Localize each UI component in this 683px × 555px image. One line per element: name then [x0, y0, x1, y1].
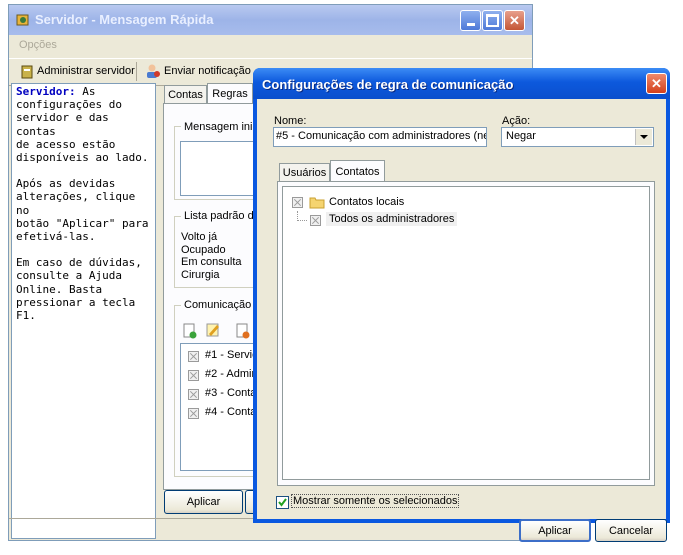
default-list-label: Lista padrão de: [181, 210, 263, 222]
tree-connector: [297, 220, 307, 222]
help-line: Em caso de dúvidas,: [16, 256, 142, 270]
dialog-body: Nome: #5 - Comunicação com administrador…: [257, 99, 667, 542]
help-line: consulte a Ajuda: [16, 269, 122, 283]
tree-node-child[interactable]: Todos os administradores: [326, 212, 458, 226]
list-item[interactable]: Ocupado: [181, 244, 242, 257]
tab-contatos[interactable]: Contatos: [330, 160, 385, 182]
minimize-button[interactable]: [460, 10, 481, 31]
menu-bar: Opções: [9, 35, 532, 57]
help-line: de acesso estão: [16, 137, 116, 151]
dialog-close-button[interactable]: ✕: [646, 73, 667, 94]
rule-item[interactable]: #3 - Conta: [205, 387, 256, 399]
help-heading: Servidor:: [16, 85, 76, 98]
rule-checkbox[interactable]: [188, 370, 199, 381]
notify-user-icon: [145, 63, 161, 79]
contacts-tree[interactable]: Contatos locais Todos os administradores: [282, 186, 650, 480]
rule-checkbox[interactable]: [188, 351, 199, 362]
tab-usuarios[interactable]: Usuários: [279, 163, 330, 181]
help-line-0: As: [75, 85, 96, 98]
action-label: Ação:: [502, 115, 531, 127]
tree-checkbox-root[interactable]: [292, 197, 303, 208]
action-select[interactable]: Negar: [501, 127, 654, 147]
tab-contas[interactable]: Contas: [164, 85, 207, 103]
folder-icon: [309, 195, 325, 209]
admin-server-button[interactable]: Administrar servidor: [37, 65, 135, 77]
status-list[interactable]: Volto já Ocupado Em consulta Cirurgia: [181, 231, 242, 281]
help-line: servidor e das contas: [16, 111, 109, 138]
tab-contatos-page: Contatos locais Todos os administradores: [277, 181, 655, 486]
rule-item[interactable]: #2 - Admin: [205, 368, 258, 380]
delete-rule-icon[interactable]: [235, 323, 251, 339]
communication-label: Comunicação: [181, 299, 255, 311]
help-line: pressionar a tecla F1.: [16, 295, 136, 323]
rule-checkbox[interactable]: [188, 408, 199, 419]
close-icon: ✕: [651, 75, 662, 91]
edit-rule-icon[interactable]: [205, 322, 221, 338]
list-item[interactable]: Volto já: [181, 231, 242, 244]
help-line: disponíveis ao lado.: [16, 151, 149, 165]
rule-item[interactable]: #4 - Conta: [205, 406, 256, 418]
name-value: #5 - Comunicação com administradores (ne: [276, 130, 487, 142]
help-line: alterações, clique no: [16, 190, 136, 217]
list-item[interactable]: Em consulta: [181, 256, 242, 269]
new-rule-icon[interactable]: [182, 323, 198, 339]
minimize-icon: [461, 11, 480, 30]
main-title: Servidor - Mensagem Rápida: [35, 12, 214, 27]
dialog-titlebar[interactable]: Configurações de regra de comunicação ✕: [253, 68, 670, 99]
dropdown-arrow-icon[interactable]: [635, 129, 652, 145]
help-line: botão "Aplicar" para: [16, 216, 149, 230]
maximize-button[interactable]: [482, 10, 503, 31]
toolbar-separator: [136, 62, 137, 81]
help-line: Após as devidas: [16, 177, 116, 191]
name-label: Nome:: [274, 115, 307, 127]
show-selected-checkbox[interactable]: [276, 496, 289, 509]
send-notification-button[interactable]: Enviar notificação: [164, 65, 251, 77]
list-item[interactable]: Cirurgia: [181, 269, 242, 282]
rule-item[interactable]: #1 - Servic: [205, 349, 258, 361]
initial-message-label: Mensagem inic: [181, 121, 261, 133]
show-selected-label[interactable]: Mostrar somente os selecionados: [291, 494, 460, 508]
server-admin-icon: [19, 64, 35, 80]
tab-regras[interactable]: Regras: [207, 83, 253, 104]
dialog-title: Configurações de regra de comunicação: [262, 77, 514, 92]
rule-checkbox[interactable]: [188, 389, 199, 400]
action-value: Negar: [506, 130, 536, 142]
close-button[interactable]: ✕: [504, 10, 525, 31]
app-icon: [15, 12, 31, 28]
name-input[interactable]: #5 - Comunicação com administradores (ne: [273, 127, 487, 147]
help-line: efetivá-las.: [16, 230, 96, 244]
help-line: Online. Basta: [16, 282, 103, 296]
apply-button[interactable]: Aplicar: [164, 490, 243, 514]
dialog-cancel-button[interactable]: Cancelar: [595, 519, 667, 542]
help-line: configurações do: [16, 98, 122, 112]
rule-dialog: Configurações de regra de comunicação ✕ …: [253, 68, 670, 542]
menu-options[interactable]: Opções: [19, 39, 57, 51]
main-titlebar[interactable]: Servidor - Mensagem Rápida ✕: [9, 5, 532, 35]
help-panel: Servidor: As configurações do servidor e…: [11, 83, 156, 539]
close-icon: ✕: [509, 12, 520, 28]
tree-node-root[interactable]: Contatos locais: [329, 196, 404, 208]
tree-checkbox-child[interactable]: [310, 215, 321, 226]
maximize-icon: [483, 11, 502, 30]
dialog-apply-button[interactable]: Aplicar: [519, 519, 591, 542]
